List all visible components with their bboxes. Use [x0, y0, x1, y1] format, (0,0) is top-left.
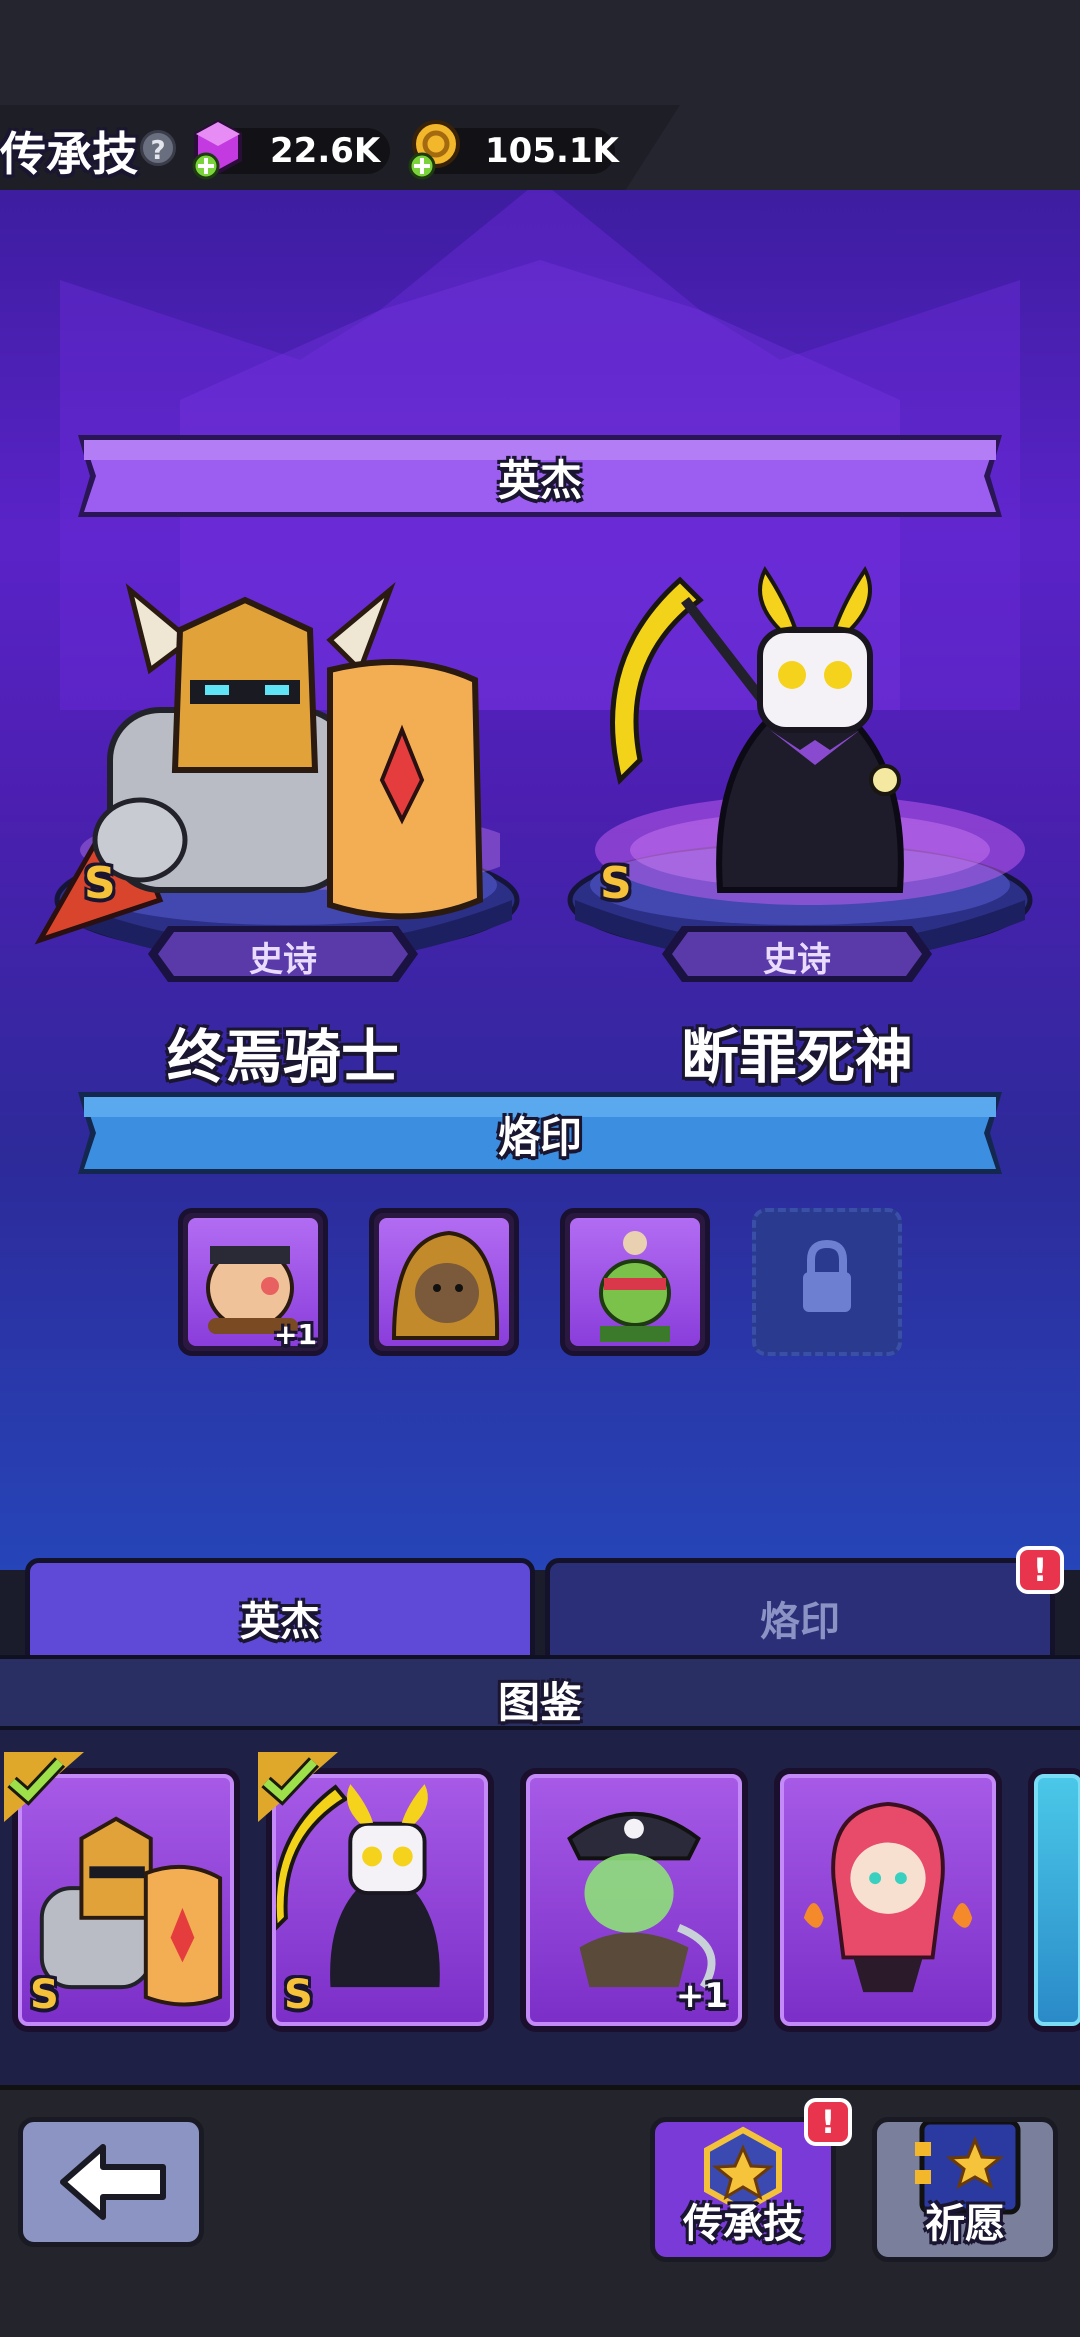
brand-banner-label: 烙印 — [497, 1113, 582, 1162]
codex-title: 图鉴 — [497, 1678, 582, 1727]
codex-card-partial-art — [1034, 1774, 1080, 2026]
brand-slot-3-portrait — [570, 1218, 700, 1346]
wish-label: 祈愿 — [925, 2201, 1005, 2247]
lock-icon — [803, 1239, 851, 1312]
gem-add-icon[interactable] — [190, 118, 246, 180]
gold-add-icon[interactable] — [406, 118, 464, 180]
hero-rank-left: S — [84, 858, 116, 909]
wish-button[interactable]: 祈愿 — [872, 2117, 1058, 2262]
hero-name-right: 断罪死神 — [680, 1023, 913, 1091]
brand-banner-label-wrap: 烙印 — [78, 1092, 1002, 1174]
rarity-tag-right-label-wrap: 史诗 — [662, 922, 932, 986]
codex-card-pirate-plus: +1 — [675, 1976, 728, 2016]
owned-check-icon — [4, 1752, 84, 1822]
heroes-banner-label: 英杰 — [497, 456, 582, 505]
rarity-tag-left-label-wrap: 史诗 — [148, 922, 418, 986]
help-icon[interactable]: ? — [140, 130, 176, 166]
brand-slot-2-portrait — [379, 1218, 509, 1346]
legacy-skill-alert-badge: ! — [804, 2098, 852, 2146]
tab-brands-alert-badge: ! — [1016, 1546, 1064, 1594]
codex-card-reaper-rank: S — [284, 1972, 313, 2018]
back-arrow-icon — [60, 2144, 166, 2220]
rarity-tag-left-label: 史诗 — [249, 940, 317, 980]
codex-card-fire-mage[interactable] — [774, 1768, 1002, 2032]
brand-slot-3[interactable] — [560, 1208, 710, 1356]
back-button[interactable] — [18, 2117, 204, 2247]
brand-slot-1-plus: +1 — [274, 1318, 317, 1351]
brand-slot-2[interactable] — [369, 1208, 519, 1356]
codex-card-knight-rank: S — [30, 1972, 59, 2018]
brand-slot-locked[interactable] — [752, 1208, 902, 1356]
codex-header: 图鉴 — [0, 1655, 1080, 1730]
hero-name-left: 终焉骑士 — [166, 1023, 399, 1091]
codex-card-pirate[interactable]: +1 — [520, 1768, 748, 2032]
brand-slot-1[interactable]: +1 — [178, 1208, 328, 1356]
hero-rank-right: S — [600, 858, 632, 909]
tab-brands[interactable]: 烙印 — [545, 1558, 1055, 1662]
codex-card-partial[interactable] — [1028, 1768, 1080, 2032]
tab-brands-label: 烙印 — [760, 1599, 840, 1645]
hero-reaper-image[interactable] — [580, 560, 1030, 940]
heroes-banner-label-wrap: 英杰 — [78, 435, 1002, 517]
tab-heroes-label: 英杰 — [240, 1599, 320, 1645]
hooded-monk-icon — [391, 1230, 500, 1340]
codex-card-fire-mage-art — [780, 1774, 996, 2026]
legacy-skill-label: 传承技 — [683, 2201, 803, 2247]
tab-heroes[interactable]: 英杰 — [25, 1558, 535, 1662]
owned-check-icon — [258, 1752, 338, 1822]
goblin-portrait-icon — [599, 1231, 671, 1342]
rarity-tag-right-label: 史诗 — [763, 940, 831, 980]
page-title: 传承技 — [0, 127, 138, 181]
fire-mage-icon — [803, 1801, 973, 1993]
codex-card-pirate-art: +1 — [526, 1774, 742, 2026]
